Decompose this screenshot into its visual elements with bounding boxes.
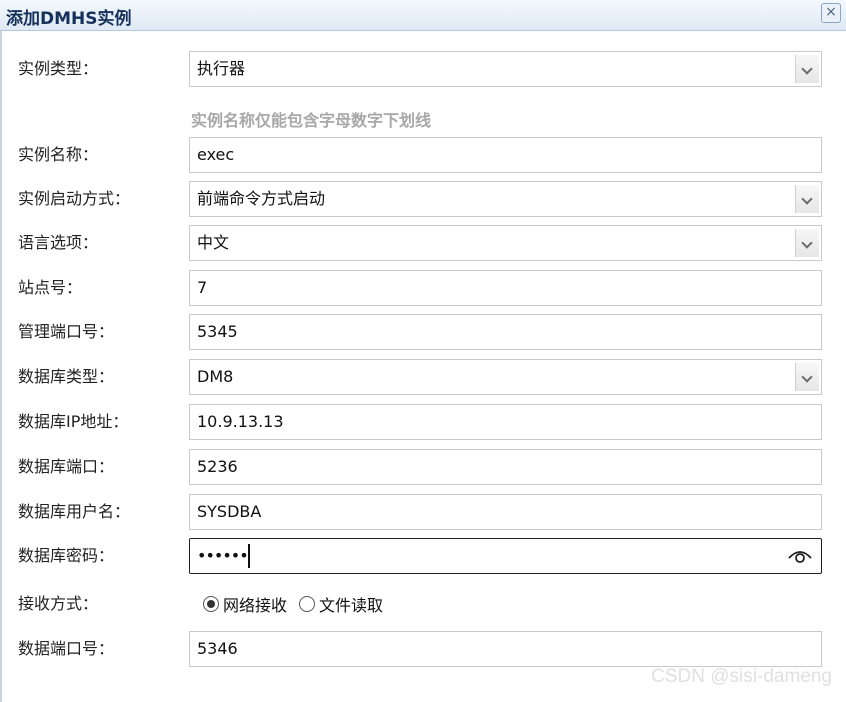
instance-type-select[interactable]: 执行器 <box>189 51 822 87</box>
close-icon[interactable]: × <box>821 3 841 23</box>
db-type-row: 数据库类型： DM8 <box>0 359 846 395</box>
db-user-input[interactable]: SYSDBA <box>189 494 822 530</box>
site-no-label: 站点号： <box>18 278 83 297</box>
db-user-value: SYSDBA <box>197 502 262 521</box>
watermark: CSDN @sisi-dameng <box>651 666 832 687</box>
instance-type-label: 实例类型： <box>18 59 99 78</box>
db-password-input[interactable]: •••••• <box>189 538 822 574</box>
db-password-row: 数据库密码： •••••• <box>0 538 846 574</box>
db-type-value: DM8 <box>197 367 234 386</box>
instance-name-value: exec <box>197 145 235 164</box>
db-port-value: 5236 <box>197 457 238 476</box>
data-port-value: 5346 <box>197 639 238 658</box>
db-port-input[interactable]: 5236 <box>189 449 822 485</box>
language-select[interactable]: 中文 <box>189 225 822 261</box>
language-row: 语言选项： 中文 <box>0 225 846 261</box>
instance-name-input[interactable]: exec <box>189 137 822 173</box>
eye-icon[interactable] <box>787 545 813 567</box>
instance-name-hint: 实例名称仅能包含字母数字下划线 <box>191 111 432 130</box>
chevron-down-icon[interactable] <box>795 185 819 213</box>
db-ip-input[interactable]: 10.9.13.13 <box>189 404 822 440</box>
chevron-down-icon[interactable] <box>795 363 819 391</box>
db-password-value: •••••• <box>197 546 249 565</box>
db-type-select[interactable]: DM8 <box>189 359 822 395</box>
radio-network-receive[interactable] <box>203 596 219 612</box>
mgmt-port-input[interactable]: 5345 <box>189 314 822 350</box>
instance-name-row: 实例名称： exec <box>0 137 846 173</box>
radio-network-receive-label[interactable]: 网络接收 <box>223 592 287 616</box>
start-mode-row: 实例启动方式： 前端命令方式启动 <box>0 181 846 217</box>
dialog-titlebar: 添加DMHS实例 × <box>0 0 846 31</box>
receive-mode-radio-group: 网络接收 文件读取 <box>203 586 395 622</box>
db-ip-value: 10.9.13.13 <box>197 412 284 431</box>
db-password-label: 数据库密码： <box>18 546 115 565</box>
data-port-label: 数据端口号： <box>18 639 115 658</box>
site-no-input[interactable]: 7 <box>189 270 822 306</box>
db-ip-label: 数据库IP地址： <box>18 412 129 431</box>
db-port-label: 数据库端口： <box>18 457 115 476</box>
start-mode-label: 实例启动方式： <box>18 189 131 208</box>
db-type-label: 数据库类型： <box>18 367 115 386</box>
start-mode-value: 前端命令方式启动 <box>197 189 326 208</box>
mgmt-port-label: 管理端口号： <box>18 322 115 341</box>
instance-type-row: 实例类型： 执行器 <box>0 51 846 87</box>
radio-file-read[interactable] <box>299 596 316 612</box>
chevron-down-icon[interactable] <box>795 229 819 257</box>
db-ip-row: 数据库IP地址： 10.9.13.13 <box>0 404 846 440</box>
language-label: 语言选项： <box>18 233 99 252</box>
mgmt-port-row: 管理端口号： 5345 <box>0 314 846 350</box>
data-port-row: 数据端口号： 5346 <box>0 631 846 667</box>
instance-name-label: 实例名称： <box>18 145 99 164</box>
receive-mode-label: 接收方式： <box>18 594 99 613</box>
mgmt-port-value: 5345 <box>197 322 238 341</box>
site-no-value: 7 <box>197 278 208 297</box>
db-user-row: 数据库用户名： SYSDBA <box>0 494 846 530</box>
instance-type-value: 执行器 <box>197 59 246 78</box>
db-user-label: 数据库用户名： <box>18 502 131 521</box>
dialog-title: 添加DMHS实例 <box>6 9 132 29</box>
text-cursor <box>248 544 250 568</box>
site-no-row: 站点号： 7 <box>0 270 846 306</box>
receive-mode-row: 接收方式： 网络接收 文件读取 <box>0 586 846 622</box>
radio-file-read-label[interactable]: 文件读取 <box>319 592 383 616</box>
start-mode-select[interactable]: 前端命令方式启动 <box>189 181 822 217</box>
db-port-row: 数据库端口： 5236 <box>0 449 846 485</box>
language-value: 中文 <box>197 233 230 252</box>
chevron-down-icon[interactable] <box>795 55 819 83</box>
data-port-input[interactable]: 5346 <box>189 631 822 667</box>
